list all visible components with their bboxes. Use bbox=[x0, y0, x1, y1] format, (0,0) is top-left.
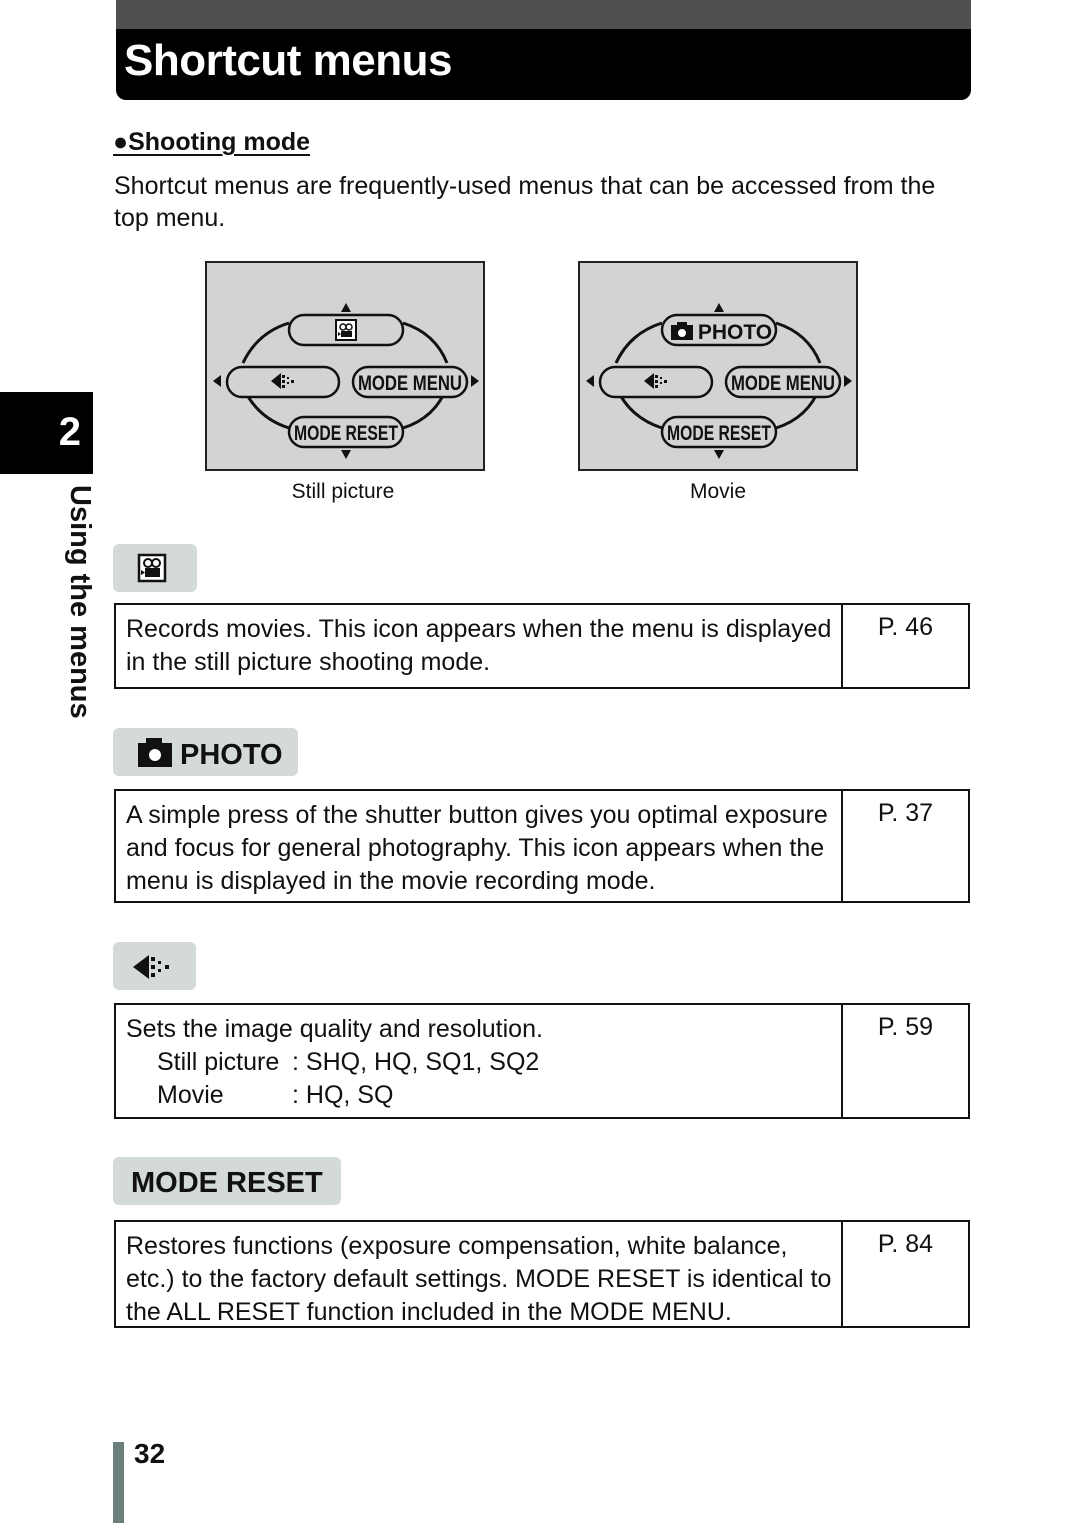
sub-row-label: Still picture bbox=[157, 1048, 280, 1076]
arrow-left-icon bbox=[213, 375, 221, 387]
page-reference: P. 46 bbox=[841, 605, 968, 687]
sub-row-label: Movie bbox=[157, 1081, 224, 1109]
arrow-right-icon bbox=[844, 375, 852, 387]
arc-top-left bbox=[241, 321, 290, 364]
page-reference: P. 37 bbox=[841, 791, 968, 901]
item-box-image-quality: Sets the image quality and resolution. S… bbox=[114, 1003, 970, 1119]
tag-label: PHOTO bbox=[180, 739, 283, 771]
page-title-bar: Shortcut menus bbox=[116, 0, 971, 100]
intro-text: Shortcut menus are frequently-used menus… bbox=[114, 172, 936, 232]
arrow-down-icon bbox=[714, 450, 724, 459]
image-quality-icon bbox=[133, 955, 169, 979]
mode-menu-label: MODE MENU bbox=[731, 372, 835, 395]
item-description: Records movies. This icon appears when t… bbox=[126, 615, 832, 676]
page-title: Shortcut menus bbox=[124, 36, 452, 85]
tag-label: MODE RESET bbox=[131, 1167, 323, 1199]
chapter-label: Using the menus bbox=[60, 485, 100, 725]
arrow-up-icon bbox=[341, 303, 351, 312]
screen-movie: PHOTO MODE MENU MODE RESET bbox=[578, 261, 858, 471]
item-description: A simple press of the shutter button giv… bbox=[126, 801, 828, 895]
sub-row-value: : HQ, SQ bbox=[292, 1081, 394, 1109]
page-number-bar bbox=[113, 1442, 124, 1523]
arrow-right-icon bbox=[471, 375, 479, 387]
chapter-tab: 2 bbox=[0, 392, 93, 474]
mode-reset-label: MODE RESET bbox=[667, 422, 771, 445]
sub-row-movie: Movie : HQ, SQ bbox=[126, 1079, 836, 1112]
page-reference: P. 84 bbox=[841, 1222, 968, 1326]
title-strip bbox=[116, 0, 971, 29]
chapter-label-text: Using the menus bbox=[64, 485, 96, 719]
chapter-number: 2 bbox=[58, 410, 81, 454]
sub-row-value: : SHQ, HQ, SQ1, SQ2 bbox=[292, 1048, 540, 1076]
movie-icon bbox=[335, 319, 357, 341]
screen-caption-still: Still picture bbox=[291, 480, 395, 503]
camera-icon bbox=[138, 738, 172, 767]
tag-mode-reset: MODE RESET bbox=[113, 1157, 341, 1205]
tag-movie bbox=[113, 544, 197, 592]
arrow-up-icon bbox=[714, 303, 724, 312]
page-number: 32 bbox=[134, 1438, 166, 1469]
item-description-text: Sets the image quality and resolution. bbox=[126, 1015, 543, 1043]
photo-label: PHOTO bbox=[698, 321, 772, 344]
item-box-photo: A simple press of the shutter button giv… bbox=[114, 789, 970, 903]
movie-icon bbox=[137, 553, 167, 583]
item-description: Sets the image quality and resolution. S… bbox=[126, 1013, 836, 1112]
section-heading: ●Shooting mode bbox=[113, 128, 311, 156]
screen-still-picture: MODE MENU MODE RESET bbox=[205, 261, 485, 471]
sub-row-still: Still picture : SHQ, HQ, SQ1, SQ2 bbox=[126, 1046, 836, 1079]
tag-image-quality bbox=[113, 942, 196, 990]
item-description: Restores functions (exposure compensatio… bbox=[126, 1232, 832, 1326]
mode-menu-label: MODE MENU bbox=[358, 372, 462, 395]
page-reference: P. 59 bbox=[841, 1005, 968, 1117]
screen-caption-movie: Movie bbox=[689, 480, 747, 503]
tag-photo: PHOTO bbox=[113, 728, 298, 776]
item-box-mode-reset: Restores functions (exposure compensatio… bbox=[114, 1220, 970, 1328]
arrow-down-icon bbox=[341, 450, 351, 459]
item-box-movie: Records movies. This icon appears when t… bbox=[114, 603, 970, 689]
arc-top-right bbox=[402, 321, 449, 364]
arrow-left-icon bbox=[586, 375, 594, 387]
mode-reset-label: MODE RESET bbox=[294, 422, 398, 445]
